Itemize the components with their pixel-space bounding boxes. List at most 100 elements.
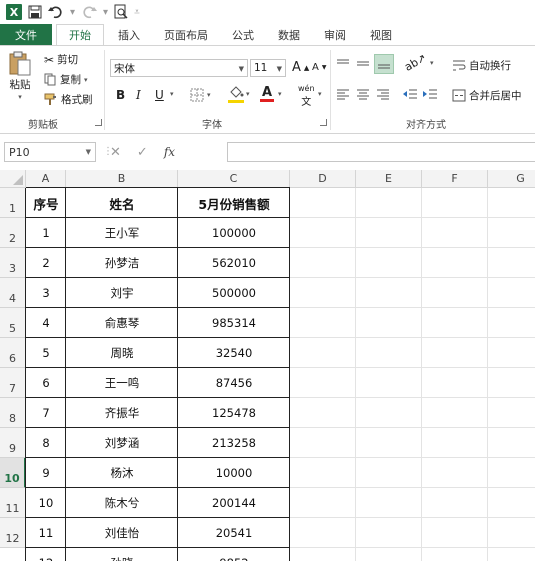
row-header-1[interactable]: 1 [0, 188, 26, 218]
column-header-d[interactable]: D [290, 170, 356, 188]
table-cell-name[interactable]: 杨沐 [66, 458, 178, 488]
fill-dropdown-icon[interactable]: ▾ [246, 90, 250, 98]
undo-icon[interactable] [48, 3, 64, 21]
tab-formulas[interactable]: 公式 [220, 24, 266, 46]
align-center-button[interactable] [356, 88, 370, 100]
redo-dropdown-icon[interactable]: ▾ [103, 7, 108, 18]
tab-page-layout[interactable]: 页面布局 [152, 24, 220, 46]
table-cell-sales[interactable]: 9852 [178, 548, 290, 561]
tab-review[interactable]: 审阅 [312, 24, 358, 46]
table-cell-name[interactable]: 王小军 [66, 218, 178, 248]
underline-button[interactable]: U [155, 88, 164, 102]
row-header-5[interactable]: 5 [0, 308, 26, 338]
cancel-icon[interactable]: ✕ [110, 145, 121, 160]
table-cell-sales[interactable]: 100000 [178, 218, 290, 248]
font-name-combo[interactable]: 宋体 ▼ [110, 59, 248, 77]
table-cell-name[interactable]: 陈木兮 [66, 488, 178, 518]
table-cell-sales[interactable]: 213258 [178, 428, 290, 458]
table-cell-seq[interactable]: 9 [26, 458, 66, 488]
fill-color-button[interactable] [228, 86, 244, 103]
increase-indent-button[interactable] [422, 88, 438, 100]
paste-button[interactable]: 粘贴 ▾ [8, 50, 32, 101]
table-cell-sales[interactable]: 87456 [178, 368, 290, 398]
italic-button[interactable]: I [136, 88, 141, 102]
row-header-8[interactable]: 8 [0, 398, 26, 428]
table-cell-name[interactable]: 齐振华 [66, 398, 178, 428]
row-header-3[interactable]: 3 [0, 248, 26, 278]
table-cell-seq[interactable]: 1 [26, 218, 66, 248]
column-header-g[interactable]: G [488, 170, 535, 188]
tab-view[interactable]: 视图 [358, 24, 404, 46]
copy-button[interactable]: 复制 ▾ [44, 72, 88, 87]
font-size-combo[interactable]: 11 ▼ [250, 59, 286, 77]
wrap-text-button[interactable]: 自动换行 [452, 58, 511, 73]
column-header-b[interactable]: B [66, 170, 178, 188]
table-cell-sales[interactable]: 125478 [178, 398, 290, 428]
table-cell-seq[interactable]: 7 [26, 398, 66, 428]
merge-center-button[interactable]: 合并后居中 [452, 88, 522, 103]
grow-font-button[interactable]: A ▲ [292, 60, 309, 75]
row-header-6[interactable]: 6 [0, 338, 26, 368]
clipboard-launcher-icon[interactable] [95, 119, 102, 126]
insert-function-button[interactable]: fx [164, 145, 175, 159]
table-cell-sales[interactable]: 985314 [178, 308, 290, 338]
underline-dropdown-icon[interactable]: ▾ [170, 90, 174, 98]
worksheet-grid[interactable]: A B C D E F G 1 2 3 4 5 6 7 8 9 10 11 12 序号 姓名 5月份销售额 1 王小军 1000… [0, 170, 535, 561]
table-cell-seq[interactable]: 5 [26, 338, 66, 368]
table-cell-sales[interactable]: 32540 [178, 338, 290, 368]
row-header-2[interactable]: 2 [0, 218, 26, 248]
tab-file[interactable]: 文件 [0, 24, 52, 46]
table-cell-sales[interactable]: 10000 [178, 458, 290, 488]
print-preview-icon[interactable] [114, 3, 128, 21]
table-cell-name[interactable]: 俞惠琴 [66, 308, 178, 338]
font-launcher-icon[interactable] [320, 119, 327, 126]
font-color-dropdown-icon[interactable]: ▾ [278, 90, 282, 98]
table-cell-sales[interactable]: 500000 [178, 278, 290, 308]
table-cell-seq[interactable]: 6 [26, 368, 66, 398]
table-cell-name[interactable]: 刘梦涵 [66, 428, 178, 458]
phonetic-dropdown-icon[interactable]: ▾ [318, 90, 322, 98]
font-color-button[interactable]: A [260, 86, 274, 102]
column-header-c[interactable]: C [178, 170, 290, 188]
orientation-button[interactable]: ab↗ ▾ [402, 51, 433, 74]
bold-button[interactable]: B [116, 88, 125, 102]
align-middle-button[interactable] [356, 58, 370, 70]
undo-dropdown-icon[interactable]: ▾ [70, 7, 75, 18]
table-cell-sales[interactable]: 562010 [178, 248, 290, 278]
enter-icon[interactable]: ✓ [137, 145, 148, 160]
column-header-f[interactable]: F [422, 170, 488, 188]
table-cell-name[interactable]: 刘宇 [66, 278, 178, 308]
table-cell-name[interactable]: 刘佳怡 [66, 518, 178, 548]
select-all-corner[interactable] [0, 170, 26, 188]
name-box[interactable]: P10 ▼ [4, 142, 96, 162]
cut-button[interactable]: ✂ 剪切 [44, 52, 78, 67]
table-cell-seq[interactable]: 3 [26, 278, 66, 308]
shrink-font-button[interactable]: A ▼ [312, 62, 326, 73]
align-right-button[interactable] [376, 88, 390, 100]
table-cell-seq[interactable]: 4 [26, 308, 66, 338]
table-header-sales[interactable]: 5月份销售额 [178, 188, 290, 218]
borders-button[interactable]: ▾ [190, 88, 211, 102]
table-cell-seq[interactable]: 8 [26, 428, 66, 458]
table-cell-name[interactable]: 周晓 [66, 338, 178, 368]
table-cell-seq[interactable]: 10 [26, 488, 66, 518]
excel-logo-icon[interactable]: X [6, 4, 22, 20]
row-header-12[interactable]: 12 [0, 518, 26, 548]
table-cell-seq[interactable]: 11 [26, 518, 66, 548]
table-cell-name[interactable]: 孙梦洁 [66, 248, 178, 278]
table-cell-sales[interactable]: 20541 [178, 518, 290, 548]
row-header-7[interactable]: 7 [0, 368, 26, 398]
table-header-seq[interactable]: 序号 [26, 188, 66, 218]
column-header-a[interactable]: A [26, 170, 66, 188]
align-top-button[interactable] [336, 58, 350, 70]
redo-icon[interactable] [81, 3, 98, 21]
customize-qat-icon[interactable]: ⩡ [134, 7, 140, 18]
column-header-e[interactable]: E [356, 170, 422, 188]
table-cell-name[interactable]: 孙晓 [66, 548, 178, 561]
tab-insert[interactable]: 插入 [104, 24, 152, 46]
phonetic-button[interactable]: wén 文 [298, 84, 315, 108]
row-header-11[interactable]: 11 [0, 488, 26, 518]
tab-home[interactable]: 开始 [56, 24, 104, 46]
table-cell-seq[interactable]: 12 [26, 548, 66, 561]
formula-input[interactable] [227, 142, 535, 162]
